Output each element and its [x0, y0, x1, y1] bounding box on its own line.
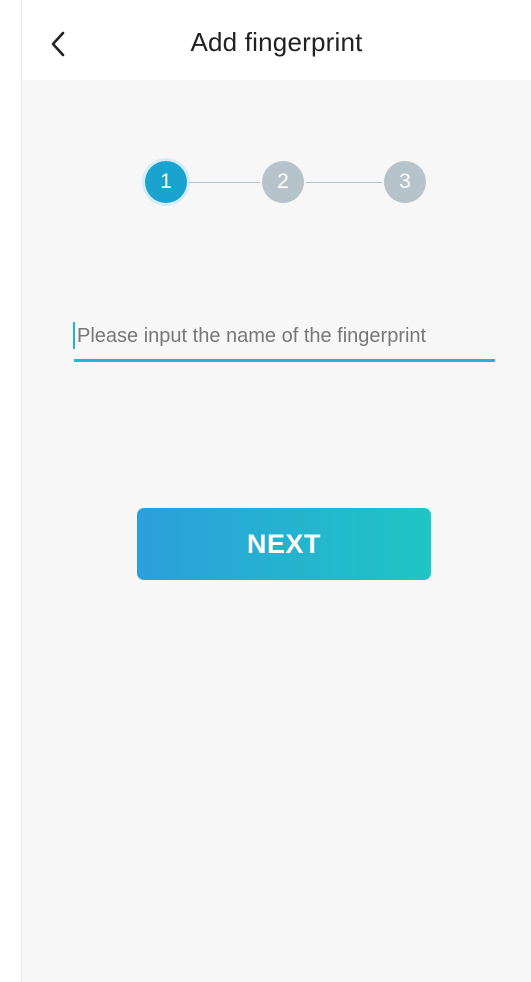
step-3-label: 3 [399, 170, 411, 193]
add-fingerprint-screen: Add fingerprint 1 2 3 NEXT [0, 0, 531, 982]
step-1: 1 [145, 161, 187, 203]
left-gutter [0, 0, 21, 982]
step-3: 3 [384, 161, 426, 203]
text-cursor [73, 322, 75, 349]
step-connector-1-2 [189, 182, 260, 183]
next-button-label: NEXT [246, 528, 321, 559]
step-2-label: 2 [277, 170, 289, 193]
step-2: 2 [262, 161, 304, 203]
input-underline [74, 359, 495, 362]
next-button[interactable]: NEXT [137, 508, 431, 580]
step-1-label: 1 [160, 170, 172, 193]
step-connector-2-3 [306, 182, 382, 183]
fingerprint-name-input[interactable] [74, 318, 494, 354]
page-title: Add fingerprint [190, 27, 363, 57]
